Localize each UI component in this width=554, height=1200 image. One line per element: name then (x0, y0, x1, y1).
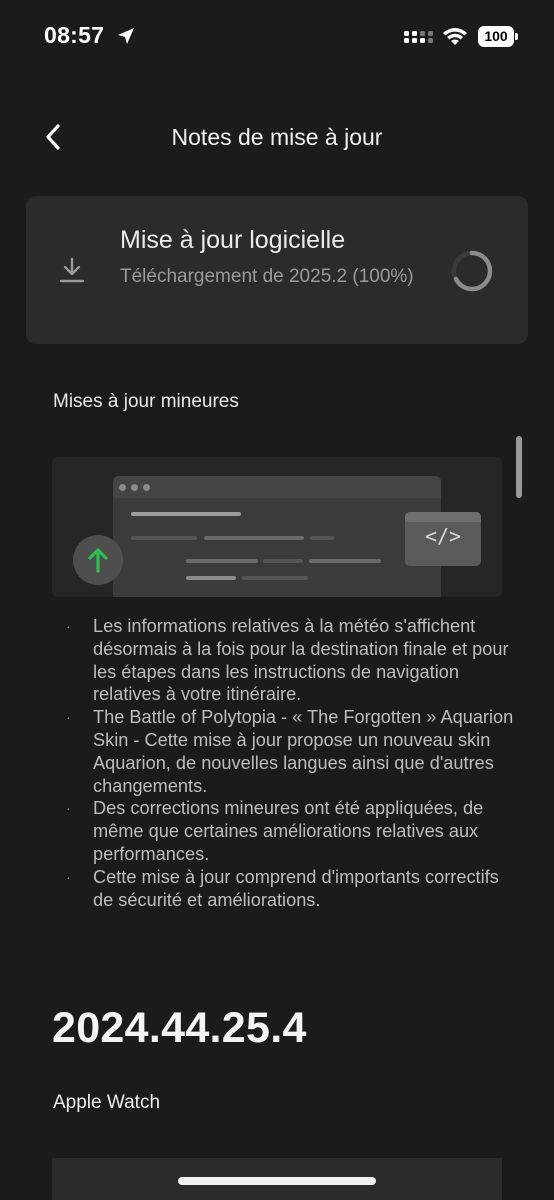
release-note-item: · Les informations relatives à la météo s… (66, 615, 516, 706)
battery-level: 100 (478, 26, 514, 47)
arrow-up-icon (88, 548, 108, 573)
text-line-graphic (131, 512, 241, 516)
release-note-text: The Battle of Polytopia - « The Forgotte… (93, 707, 514, 796)
battery-icon: 100 (478, 26, 518, 47)
release-note-text: Cette mise à jour comprend d'importants … (93, 866, 499, 910)
bullet: · (66, 800, 71, 817)
release-note-item: · Cette mise à jour comprend d'importants… (66, 866, 516, 912)
bullet: · (66, 709, 71, 726)
text-line-graphic (186, 559, 258, 563)
loading-spinner-icon (451, 250, 493, 292)
text-line-graphic (242, 576, 308, 580)
bullet: · (66, 868, 71, 885)
screen: 08:57 100 Notes de mise à jour Mise à jo… (0, 0, 554, 1200)
release-notes-list: · Les informations relatives à la météo s… (66, 615, 516, 911)
release-note-text: Les informations relatives à la météo s'… (93, 616, 509, 705)
page-title: Notes de mise à jour (171, 124, 383, 150)
code-icon: </> (424, 524, 462, 548)
cellular-signal-icon (404, 31, 433, 43)
version-heading: 2024.44.25.4 (52, 1004, 307, 1052)
code-window-graphic: </> (405, 512, 481, 566)
status-bar: 08:57 100 (0, 0, 554, 76)
status-time: 08:57 (44, 22, 105, 48)
browser-window-graphic (113, 476, 441, 597)
scrollbar[interactable] (516, 436, 522, 498)
home-indicator[interactable] (178, 1177, 376, 1185)
release-note-item: · Des corrections mineures ont été appliq… (66, 797, 516, 865)
code-window-titlebar-graphic (405, 512, 481, 522)
release-note-text: Des corrections mineures ont été appliqu… (93, 798, 484, 864)
download-icon (59, 257, 85, 283)
update-illustration: </> (52, 457, 502, 597)
software-update-card[interactable]: Mise à jour logicielle Téléchargement de… (26, 196, 528, 344)
update-status: Téléchargement de 2025.2 (100%) (120, 266, 414, 287)
window-titlebar-graphic (113, 476, 441, 498)
section-heading-minor-updates: Mises à jour mineures (53, 391, 239, 412)
section-heading-apple-watch: Apple Watch (53, 1092, 161, 1113)
window-dot (119, 484, 126, 491)
text-line-graphic (131, 536, 197, 540)
bullet: · (66, 618, 71, 634)
upgrade-badge (73, 535, 123, 585)
location-arrow-icon (118, 28, 134, 44)
text-line-graphic (309, 559, 381, 563)
window-dot (131, 484, 138, 491)
release-note-item: · The Battle of Polytopia - « The Forgott… (66, 706, 516, 797)
battery-nub (515, 33, 518, 40)
window-dot (143, 484, 150, 491)
update-title: Mise à jour logicielle (120, 226, 346, 254)
text-line-graphic (204, 536, 304, 540)
wifi-icon (443, 28, 467, 45)
text-line-graphic (186, 576, 236, 580)
text-line-graphic (310, 536, 334, 540)
text-line-graphic (263, 559, 303, 563)
